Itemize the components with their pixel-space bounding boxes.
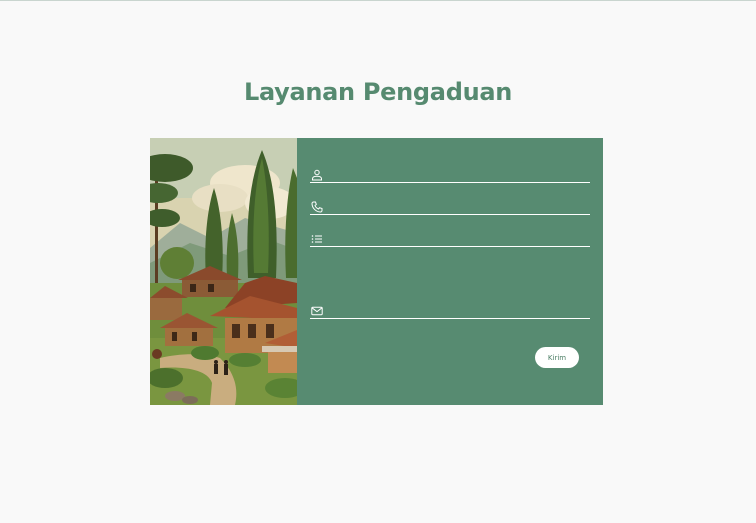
- category-field: [310, 228, 590, 247]
- email-input[interactable]: [330, 300, 585, 318]
- email-field: [310, 300, 590, 319]
- name-input[interactable]: [330, 164, 585, 182]
- phone-input[interactable]: [330, 196, 585, 214]
- complaint-card: Kirim: [150, 138, 603, 405]
- top-divider: [0, 0, 756, 1]
- complaint-form: Kirim: [297, 138, 603, 405]
- village-image: [150, 138, 297, 405]
- mail-icon: [311, 302, 323, 316]
- village-illustration: [150, 138, 297, 405]
- person-icon: [311, 166, 323, 181]
- phone-field: [310, 196, 590, 215]
- list-icon: [311, 230, 323, 243]
- send-button[interactable]: Kirim: [535, 347, 579, 368]
- name-field: [310, 164, 590, 183]
- page-title: Layanan Pengaduan: [243, 78, 513, 106]
- phone-icon: [311, 198, 323, 213]
- category-input[interactable]: [330, 228, 585, 246]
